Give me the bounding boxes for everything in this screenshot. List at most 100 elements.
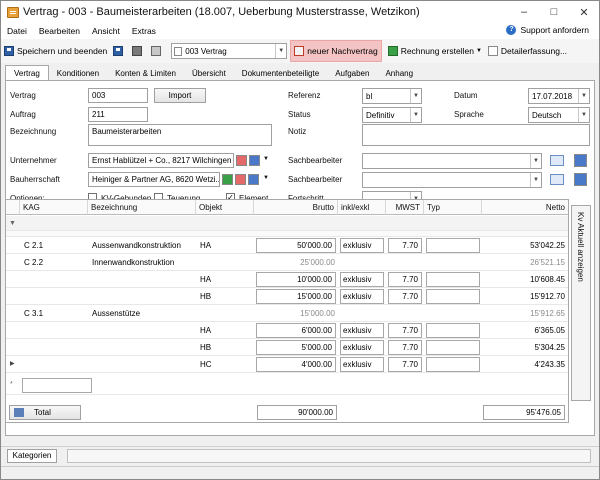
tab-aufgaben[interactable]: Aufgaben: [327, 67, 378, 81]
detail-button[interactable]: Detailerfassung...: [485, 41, 570, 61]
header-typ[interactable]: Typ: [424, 200, 482, 215]
menu-bearbeiten[interactable]: Bearbeiten: [33, 26, 86, 36]
cell-mwst[interactable]: 7.70: [388, 340, 422, 355]
import-button[interactable]: Import: [154, 88, 206, 103]
app-icon: [7, 6, 19, 18]
status-label: Status: [288, 110, 311, 119]
maximize-icon[interactable]: □: [539, 1, 569, 23]
sachbearbeiter-select-1[interactable]: ▼: [362, 153, 542, 169]
close-icon[interactable]: ✕: [569, 1, 599, 23]
cell-brutto[interactable]: 5'000.00: [256, 340, 336, 355]
vertrag-input[interactable]: 003: [88, 88, 148, 103]
mail-icon-2[interactable]: [550, 174, 564, 185]
contact-icon[interactable]: [574, 154, 587, 167]
bauherr-input[interactable]: Heiniger & Partner AG, 8620 Wetzi...: [88, 172, 220, 187]
header-brutto[interactable]: Brutto: [254, 200, 338, 215]
chevron-down-icon: ▼: [410, 89, 421, 103]
table-row[interactable]: ▶ HC 4'000.00 exklusiv 7.70 4'243.35: [6, 356, 568, 373]
cell-brutto[interactable]: 10'000.00: [256, 272, 336, 287]
filter-row[interactable]: ▼: [6, 216, 568, 231]
auftrag-input[interactable]: 211: [88, 107, 148, 122]
cell-inkl-exkl[interactable]: exklusiv: [340, 357, 384, 372]
mail-icon[interactable]: [550, 155, 564, 166]
print-button[interactable]: [129, 41, 148, 61]
cell-inkl-exkl[interactable]: exklusiv: [340, 272, 384, 287]
notiz-input[interactable]: [362, 124, 590, 146]
cell-typ[interactable]: [426, 340, 480, 355]
cell-brutto[interactable]: 15'000.00: [256, 289, 336, 304]
sachbearbeiter-select-2[interactable]: ▼: [362, 172, 542, 188]
cell-typ[interactable]: [426, 238, 480, 253]
address-card-icon-2[interactable]: [235, 174, 246, 185]
new-row-kag-input[interactable]: [22, 378, 92, 393]
menu-ansicht[interactable]: Ansicht: [86, 26, 126, 36]
menu-datei[interactable]: Datei: [1, 26, 33, 36]
table-row[interactable]: HA 10'000.00 exklusiv 7.70 10'608.45: [6, 271, 568, 288]
header-bezeichnung[interactable]: Bezeichnung: [88, 200, 196, 215]
new-nachvertrag-button[interactable]: neuer Nachvertrag: [290, 40, 382, 62]
save-close-button[interactable]: Speichern und beenden: [1, 41, 110, 61]
book-icon[interactable]: [249, 155, 260, 166]
bauherr-label: Bauherrschaft: [10, 175, 60, 184]
save-button[interactable]: [110, 41, 129, 61]
sprache-select[interactable]: Deutsch ▼: [528, 107, 590, 123]
rechnung-button[interactable]: Rechnung erstellen ▼: [385, 41, 485, 61]
table-row[interactable]: C 2.1 Aussenwandkonstruktion HA 50'000.00 ex…: [6, 237, 568, 254]
tab-anhang[interactable]: Anhang: [377, 67, 422, 81]
kv-aktuell-side-tab[interactable]: Kv Aktuell anzeigen: [571, 205, 591, 401]
minimize-icon[interactable]: –: [509, 1, 539, 23]
header-netto[interactable]: Netto: [482, 200, 568, 215]
bezeichnung-input[interactable]: Baumeisterarbeiten: [88, 124, 272, 146]
table-row[interactable]: HB 5'000.00 exklusiv 7.70 5'304.25: [6, 339, 568, 356]
cell-mwst[interactable]: 7.70: [388, 238, 422, 253]
table-row[interactable]: C 2.2 Innenwandkonstruktion 25'000.00 26'52…: [6, 254, 568, 271]
unternehmer-dropdown-icon[interactable]: ▼: [263, 156, 269, 162]
tab-konten-limiten[interactable]: Konten & Limiten: [107, 67, 184, 81]
referenz-value: bl: [366, 91, 373, 101]
tab-konditionen[interactable]: Konditionen: [48, 67, 108, 81]
cell-typ[interactable]: [426, 323, 480, 338]
table-row[interactable]: HB 15'000.00 exklusiv 7.70 15'912.70: [6, 288, 568, 305]
bauherr-dropdown-icon[interactable]: ▼: [263, 175, 269, 181]
new-row[interactable]: *: [6, 376, 568, 395]
header-inkl-exkl[interactable]: inkl/exkl: [338, 200, 386, 215]
contact-icon-2[interactable]: [574, 173, 587, 186]
table-row[interactable]: C 3.1 Aussenstütze 15'000.00 15'912.65: [6, 305, 568, 322]
cell-inkl-exkl[interactable]: exklusiv: [340, 340, 384, 355]
tab-dokumentenbeteiligte[interactable]: Dokumentenbeteiligte: [233, 67, 328, 81]
cell-mwst[interactable]: 7.70: [388, 357, 422, 372]
unternehmer-input[interactable]: Ernst Hablützel + Co., 8217 Wilchingen: [88, 153, 234, 168]
header-mwst[interactable]: MWST %: [386, 200, 424, 227]
cell-mwst[interactable]: 7.70: [388, 289, 422, 304]
cell-inkl-exkl[interactable]: exklusiv: [340, 289, 384, 304]
header-objekt[interactable]: Objekt: [196, 200, 254, 215]
cell-brutto[interactable]: 6'000.00: [256, 323, 336, 338]
cell-typ[interactable]: [426, 357, 480, 372]
referenz-select[interactable]: bl ▼: [362, 88, 422, 104]
cell-typ[interactable]: [426, 289, 480, 304]
book-icon-2[interactable]: [248, 174, 259, 185]
total-button[interactable]: Total: [9, 405, 81, 420]
cell-mwst[interactable]: 7.70: [388, 323, 422, 338]
datum-picker[interactable]: 17.07.2018 ▼: [528, 88, 590, 104]
menu-extras[interactable]: Extras: [126, 26, 162, 36]
tab-uebersicht[interactable]: Übersicht: [184, 67, 234, 81]
kategorien-tab[interactable]: Kategorien: [7, 449, 57, 463]
cell-inkl-exkl[interactable]: exklusiv: [340, 323, 384, 338]
person-icon[interactable]: [222, 174, 233, 185]
cell-brutto[interactable]: 4'000.00: [256, 357, 336, 372]
cell-inkl-exkl[interactable]: exklusiv: [340, 238, 384, 253]
cell-mwst[interactable]: 7.70: [388, 272, 422, 287]
cell-typ[interactable]: [426, 272, 480, 287]
cell-brutto[interactable]: 50'000.00: [256, 238, 336, 253]
cell-objekt: HA: [200, 275, 212, 284]
address-card-icon[interactable]: [236, 155, 247, 166]
status-select[interactable]: Definitiv ▼: [362, 107, 422, 123]
table-row[interactable]: HA 6'000.00 exklusiv 7.70 6'365.05: [6, 322, 568, 339]
header-kag[interactable]: KAG: [20, 200, 88, 215]
vertrag-select[interactable]: 003 Vertrag ▼: [171, 43, 288, 59]
calc-button[interactable]: [148, 41, 167, 61]
sachbearbeiter-label-1: Sachbearbeiter: [288, 156, 343, 165]
tab-vertrag[interactable]: Vertrag: [5, 65, 49, 81]
support-link[interactable]: ? Support anfordern: [506, 25, 589, 35]
